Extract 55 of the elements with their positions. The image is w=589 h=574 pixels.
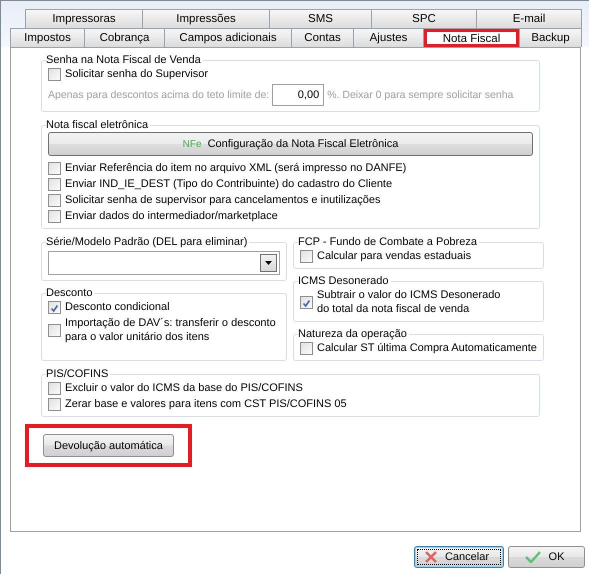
group-title: Nota fiscal eletrônica [46, 119, 150, 131]
close-icon [424, 551, 437, 563]
checkbox[interactable] [48, 178, 61, 190]
tab[interactable]: SPC [371, 9, 477, 28]
group-title: PIS/COFINS [46, 368, 110, 380]
checkbox-label: Subtrair o valor do ICMS Desonerado do total da nota fiscal de venda [317, 288, 500, 316]
checkbox-label: Solicitar senha de supervisor para cancelamentos e inutilizações [65, 193, 381, 207]
nfe-label: NFe [182, 138, 202, 150]
nfe-config-button[interactable]: NFe Configuração da Nota Fiscal Eletrônica [48, 132, 533, 156]
group-title: Natureza da operação [298, 328, 408, 340]
tab[interactable]: E-mail [476, 9, 582, 28]
auto-return-button[interactable]: Devolução automática [43, 434, 174, 457]
tab[interactable]: Impressões [142, 9, 270, 28]
checkbox[interactable] [300, 296, 313, 308]
ok-button[interactable]: OK [508, 546, 585, 568]
tab[interactable]: Nota Fiscal [423, 28, 520, 47]
checkbox[interactable] [48, 68, 61, 80]
group-title: Série/Modelo Padrão (DEL para eliminar) [46, 236, 248, 248]
tab[interactable]: Impressoras [25, 9, 143, 28]
checkbox-label: Zerar base e valores para itens com CST PIS/COFINS 05 [65, 397, 347, 411]
checkbox-label: Calcular para vendas estaduais [317, 249, 472, 263]
checkbox-label: Calcular ST última Compra Automaticamente [317, 341, 537, 355]
group-title: Desconto [46, 287, 94, 299]
checkbox[interactable] [48, 324, 61, 336]
limit-label: Apenas para descontos acima do teto limite de: [48, 89, 270, 101]
checkbox[interactable] [300, 342, 313, 354]
checkbox-label: Enviar Referência do item no arquivo XML (será impresso no DANFE) [65, 161, 406, 175]
tab[interactable]: Backup [519, 28, 582, 47]
tab[interactable]: Campos adicionais [164, 28, 292, 47]
checkmark-icon [524, 551, 541, 563]
checkbox-label: Solicitar senha do Supervisor [65, 67, 208, 81]
checkbox-label: Enviar dados do intermediador/marketplace [65, 209, 278, 223]
checkbox[interactable] [300, 250, 313, 262]
cancel-button[interactable]: Cancelar [414, 546, 504, 568]
checkbox[interactable] [48, 162, 61, 174]
group-title: Senha na Nota Fiscal de Venda [46, 54, 202, 66]
checkbox[interactable] [48, 398, 61, 410]
tab[interactable]: Cobrança [84, 28, 165, 47]
dropdown-arrow-icon [265, 261, 272, 265]
tab[interactable]: Ajustes [353, 28, 424, 47]
checkbox-label: Importação de DAV´s: transferir o desconto para o valor unitário dos itens [65, 316, 276, 344]
tab[interactable]: Contas [291, 28, 354, 47]
checkbox[interactable] [48, 210, 61, 222]
group-title: FCP - Fundo de Combate a Pobreza [298, 236, 478, 248]
tab[interactable]: SMS [269, 9, 372, 28]
checkbox-label: Excluir o valor do ICMS da base do PIS/COFINS [65, 381, 303, 395]
limit-hint: %. Deixar 0 para sempre solicitar senha [327, 89, 514, 101]
checkbox[interactable] [48, 382, 61, 394]
group-title: ICMS Desonerado [298, 275, 390, 287]
tab[interactable]: Impostos [10, 28, 85, 47]
checkbox-label: Enviar IND_IE_DEST (Tipo do Contribuinte) do cadastro do Cliente [65, 177, 392, 191]
checkbox[interactable] [48, 194, 61, 206]
series-dropdown[interactable] [48, 251, 280, 275]
checkbox[interactable] [48, 300, 61, 314]
checkbox-label: Desconto condicional [65, 300, 170, 314]
